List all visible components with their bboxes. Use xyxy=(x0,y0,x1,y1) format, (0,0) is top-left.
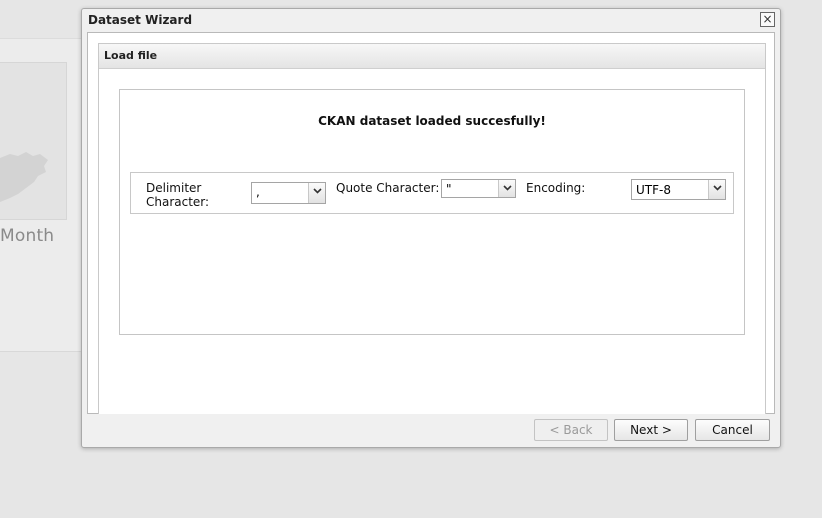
encoding-select[interactable]: UTF-8 xyxy=(631,179,726,200)
delimiter-select[interactable]: , xyxy=(251,182,326,204)
quote-label: Quote Character: xyxy=(336,181,440,195)
dataset-wizard-dialog: Dataset Wizard × Load file CKAN dataset … xyxy=(81,8,781,448)
delimiter-value: , xyxy=(256,185,260,199)
next-button[interactable]: Next > xyxy=(614,419,688,441)
cancel-button[interactable]: Cancel xyxy=(695,419,770,441)
content-box: CKAN dataset loaded succesfully! Delimit… xyxy=(119,89,745,335)
encoding-label: Encoding: xyxy=(526,181,586,195)
delimiter-label: Delimiter Character: xyxy=(146,181,210,209)
options-row: Delimiter Character: , Quote Character: … xyxy=(130,172,734,214)
quote-value: " xyxy=(446,182,452,196)
chevron-down-icon[interactable] xyxy=(308,183,325,203)
status-message: CKAN dataset loaded succesfully! xyxy=(318,114,546,128)
section-title: Load file xyxy=(99,44,765,69)
chevron-down-icon[interactable] xyxy=(708,180,725,199)
back-button[interactable]: < Back xyxy=(534,419,608,441)
dialog-body: Load file CKAN dataset loaded succesfull… xyxy=(87,32,775,414)
chevron-down-icon[interactable] xyxy=(498,180,515,197)
encoding-value: UTF-8 xyxy=(636,183,671,197)
background-month-label: Month xyxy=(0,226,55,246)
dialog-title: Dataset Wizard xyxy=(88,13,193,27)
quote-select[interactable]: " xyxy=(441,179,516,198)
close-icon[interactable]: × xyxy=(760,12,775,27)
load-file-section: Load file CKAN dataset loaded succesfull… xyxy=(98,43,766,414)
map-shape-icon xyxy=(0,152,48,202)
